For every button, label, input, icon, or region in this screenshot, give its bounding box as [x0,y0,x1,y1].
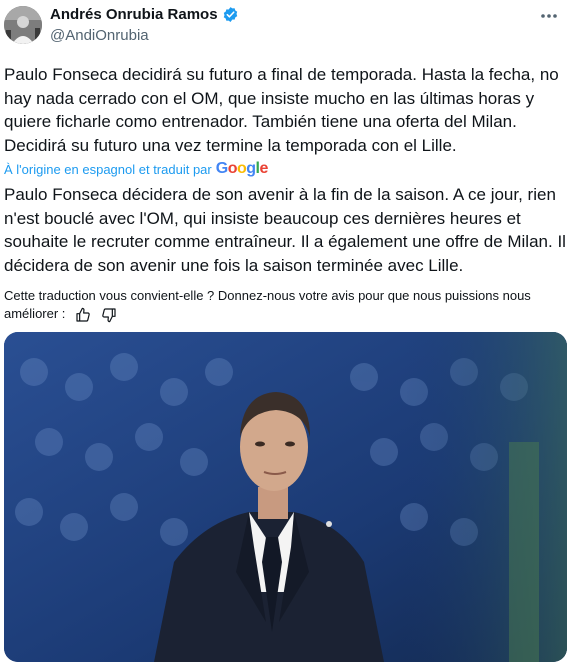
translation-label: À l'origine en espagnol et traduit par [4,161,212,177]
more-horizontal-icon [541,14,557,18]
avatar-photo [4,6,42,44]
author-name-row[interactable]: Andrés Onrubia Ramos [50,6,239,23]
verified-badge-icon [222,6,239,23]
tweet-text: Paulo Fonseca decidirá su futuro a final… [4,65,564,155]
translated-tweet-text: Paulo Fonseca décidera de son avenir à l… [4,185,566,275]
translation-feedback: Cette traduction vous convient-elle ? Do… [4,287,564,323]
author-handle[interactable]: @AndiOnrubia [50,27,149,44]
author-avatar[interactable] [4,6,42,44]
thumbs-down-icon[interactable] [101,307,117,323]
thumbs-up-icon[interactable] [75,307,91,323]
tweet-photo[interactable] [4,332,567,662]
google-logo: Google [215,160,269,177]
coach-photo [4,332,567,662]
more-options-button[interactable] [537,6,561,26]
author-name[interactable]: Andrés Onrubia Ramos [50,6,218,23]
translation-attribution: À l'origine en espagnol et traduit par G… [4,159,268,179]
tweet-header: Andrés Onrubia Ramos @AndiOnrubia [0,0,567,56]
